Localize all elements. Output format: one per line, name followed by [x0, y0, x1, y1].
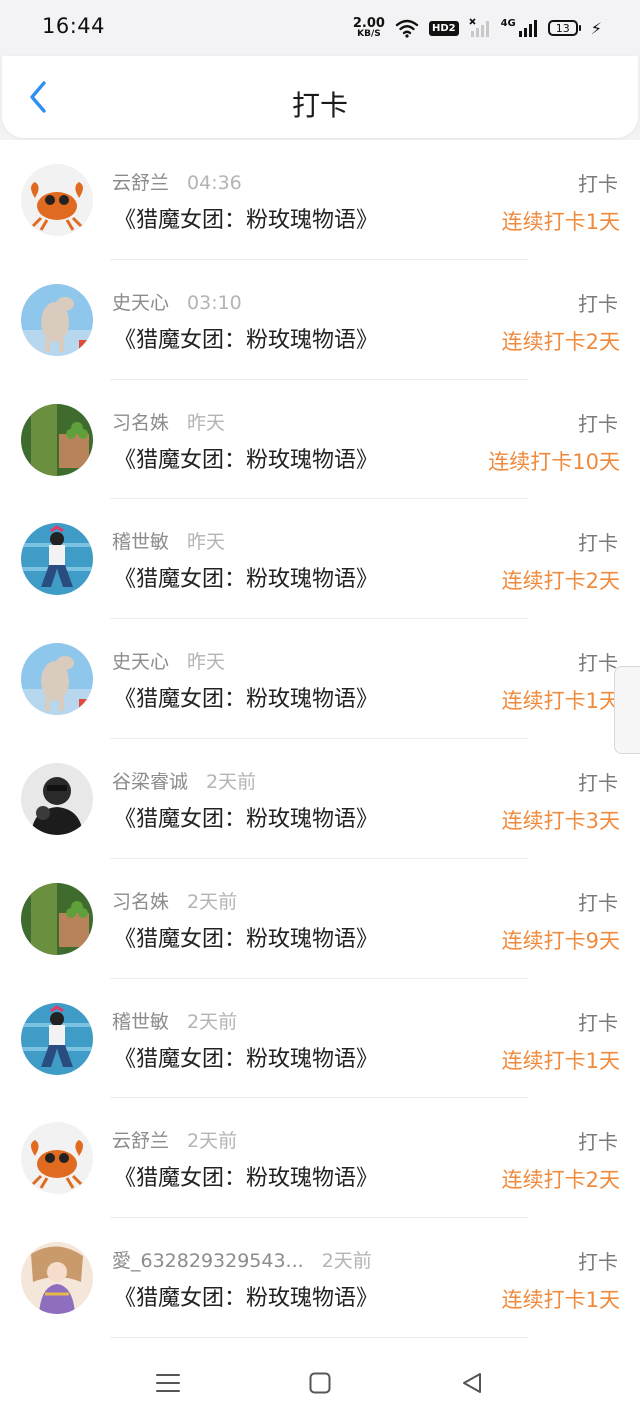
book-title[interactable]: 《猎魔女团：粉玫瑰物语》 — [114, 1041, 378, 1073]
battery-icon: 13 — [547, 20, 581, 36]
checkin-row[interactable]: 愛_632829329543... 2天前 《猎魔女团：粉玫瑰物语》 打卡 连续打… — [0, 1218, 640, 1338]
action-label: 打卡 — [578, 1130, 618, 1155]
checkin-row[interactable]: 史天心 昨天 《猎魔女团：粉玫瑰物语》 打卡 连续打卡1天 — [0, 619, 640, 739]
charging-icon: ⚡ — [590, 18, 602, 38]
checkin-row[interactable]: 云舒兰 04:36 《猎魔女团：粉玫瑰物语》 打卡 连续打卡1天 — [0, 140, 640, 260]
action-label: 打卡 — [578, 890, 618, 915]
streak-label: 连续打卡9天 — [501, 928, 620, 953]
action-label: 打卡 — [578, 291, 618, 316]
action-label: 打卡 — [578, 1250, 618, 1275]
checkin-list: 云舒兰 04:36 《猎魔女团：粉玫瑰物语》 打卡 连续打卡1天 史天心 03:10… — [0, 140, 640, 1340]
home-button[interactable] — [300, 1364, 340, 1402]
checkin-row[interactable]: 习名姝 昨天 《猎魔女团：粉玫瑰物语》 打卡 连续打卡10天 — [0, 380, 640, 500]
crab-avatar[interactable] — [21, 164, 93, 236]
streak-label: 连续打卡2天 — [501, 569, 620, 594]
action-label: 打卡 — [578, 651, 618, 676]
user-name[interactable]: 史天心 03:10 — [112, 288, 242, 315]
checkin-row[interactable]: 史天心 03:10 《猎魔女团：粉玫瑰物语》 打卡 连续打卡2天 — [0, 260, 640, 380]
user-name[interactable]: 稽世敏 2天前 — [112, 1007, 237, 1034]
signal-label: 4G — [500, 17, 516, 29]
user-name[interactable]: 谷梁睿诚 2天前 — [112, 767, 256, 794]
book-title[interactable]: 《猎魔女团：粉玫瑰物语》 — [114, 561, 378, 593]
streak-label: 连续打卡2天 — [501, 1168, 620, 1193]
book-title[interactable]: 《猎魔女团：粉玫瑰物语》 — [114, 1280, 378, 1312]
girl-avatar[interactable] — [21, 523, 93, 596]
book-title[interactable]: 《猎魔女团：粉玫瑰物语》 — [114, 202, 378, 234]
checkin-time: 2天前 — [321, 1250, 372, 1273]
checkin-row[interactable]: 云舒兰 2天前 《猎魔女团：粉玫瑰物语》 打卡 连续打卡2天 — [0, 1098, 640, 1219]
book-title[interactable]: 《猎魔女团：粉玫瑰物语》 — [114, 801, 378, 833]
checkin-time: 昨天 — [187, 411, 226, 434]
anime-avatar[interactable] — [21, 1242, 93, 1315]
status-bar: 16:44 2.00 KB/S HD2 4G 13 ⚡ — [0, 0, 640, 56]
plant-avatar[interactable] — [21, 403, 93, 476]
back-nav-button[interactable] — [452, 1364, 492, 1402]
action-label: 打卡 — [578, 172, 618, 196]
pig-avatar[interactable] — [21, 283, 93, 356]
checkin-time: 昨天 — [187, 531, 226, 554]
streak-label: 连续打卡3天 — [501, 808, 620, 833]
home-icon — [309, 1372, 331, 1394]
divider — [110, 1336, 528, 1338]
page-title: 打卡 — [291, 89, 348, 122]
streak-label: 连续打卡1天 — [501, 1288, 620, 1313]
pig-avatar[interactable] — [21, 643, 93, 716]
status-icons: 2.00 KB/S HD2 4G 13 ⚡ — [353, 12, 602, 44]
checkin-time: 2天前 — [187, 1010, 238, 1033]
book-title[interactable]: 《猎魔女团：粉玫瑰物语》 — [114, 322, 378, 354]
book-title[interactable]: 《猎魔女团：粉玫瑰物语》 — [114, 681, 378, 713]
checkin-time: 2天前 — [187, 890, 238, 913]
streak-label: 连续打卡10天 — [488, 449, 620, 474]
checkin-time: 昨天 — [187, 651, 226, 674]
streak-label: 连续打卡1天 — [501, 210, 620, 234]
floating-side-tab[interactable] — [614, 666, 640, 754]
header: 打卡 — [2, 56, 638, 138]
system-nav-bar — [0, 1340, 640, 1422]
action-label: 打卡 — [578, 531, 618, 556]
book-title[interactable]: 《猎魔女团：粉玫瑰物语》 — [114, 921, 378, 953]
action-label: 打卡 — [578, 1010, 618, 1035]
user-name[interactable]: 云舒兰 04:36 — [112, 168, 242, 195]
checkin-time: 2天前 — [206, 770, 257, 793]
network-speed: 2.00 KB/S — [352, 16, 385, 39]
menu-icon — [156, 1374, 180, 1392]
checkin-row[interactable]: 稽世敏 昨天 《猎魔女团：粉玫瑰物语》 打卡 连续打卡2天 — [0, 499, 640, 620]
book-title[interactable]: 《猎魔女团：粉玫瑰物语》 — [114, 1160, 378, 1192]
girl-avatar[interactable] — [21, 1002, 93, 1075]
user-name[interactable]: 云舒兰 2天前 — [112, 1126, 237, 1153]
streak-label: 连续打卡2天 — [501, 329, 620, 354]
streak-label: 连续打卡1天 — [501, 689, 620, 714]
checkin-time: 2天前 — [187, 1130, 238, 1153]
signal-no-sim-icon — [469, 18, 489, 37]
signal-4g-icon — [518, 20, 537, 37]
book-title[interactable]: 《猎魔女团：粉玫瑰物语》 — [114, 442, 378, 474]
menu-button[interactable] — [148, 1364, 188, 1402]
checkin-time: 03:10 — [187, 291, 242, 314]
checkin-row[interactable]: 稽世敏 2天前 《猎魔女团：粉玫瑰物语》 打卡 连续打卡1天 — [0, 979, 640, 1099]
wifi-icon — [395, 19, 419, 38]
hd-badge: HD2 — [428, 20, 459, 36]
streak-label: 连续打卡1天 — [501, 1048, 620, 1073]
user-name[interactable]: 史天心 昨天 — [112, 647, 225, 674]
checkin-row[interactable]: 习名姝 2天前 《猎魔女团：粉玫瑰物语》 打卡 连续打卡9天 — [0, 859, 640, 979]
checkin-time: 04:36 — [187, 172, 242, 194]
crab-avatar[interactable] — [21, 1122, 93, 1195]
action-label: 打卡 — [578, 770, 618, 795]
user-name[interactable]: 稽世敏 昨天 — [112, 527, 225, 554]
plant-avatar[interactable] — [21, 882, 93, 955]
back-triangle-icon — [463, 1373, 481, 1393]
user-name[interactable]: 习名姝 2天前 — [112, 887, 237, 914]
action-label: 打卡 — [578, 411, 618, 436]
status-time: 16:44 — [42, 14, 106, 38]
user-name[interactable]: 习名姝 昨天 — [112, 408, 225, 435]
user-name[interactable]: 愛_632829329543... 2天前 — [112, 1246, 372, 1273]
checkin-row[interactable]: 谷梁睿诚 2天前 《猎魔女团：粉玫瑰物语》 打卡 连续打卡3天 — [0, 739, 640, 859]
bw-person-avatar[interactable] — [21, 762, 93, 835]
